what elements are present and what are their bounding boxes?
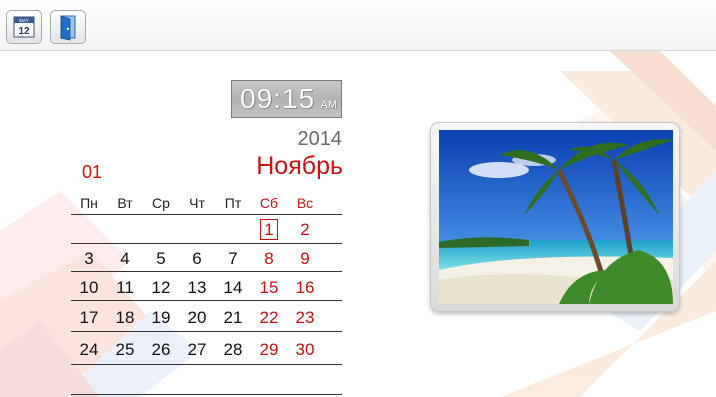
calendar-day-cell[interactable]: 8 (251, 249, 287, 269)
calendar-day-cell[interactable]: 11 (107, 278, 143, 298)
calendar-day-cell[interactable]: 26 (143, 340, 179, 360)
weekday-sun: Вс (296, 195, 314, 211)
calendar-day-cell[interactable]: 21 (215, 308, 251, 328)
toolbar: MAY 12 (0, 0, 716, 51)
calendar-day-cell[interactable]: 15 (251, 278, 287, 298)
calendar-icon-day: 12 (18, 26, 30, 37)
calendar-row-divider (71, 331, 342, 332)
exit-button[interactable] (50, 10, 86, 44)
calendar-day-cell[interactable]: 4 (107, 249, 143, 269)
calendar-icon: MAY 12 (13, 16, 35, 38)
calendar-year: 2014 (297, 128, 343, 150)
calendar-day-cell[interactable]: 16 (287, 278, 323, 298)
calendar-day-cell[interactable]: 25 (107, 340, 143, 360)
calendar-day-cell[interactable]: 14 (215, 278, 251, 298)
calendar-day-cell[interactable]: 18 (107, 308, 143, 328)
weekday-fri: Пт (224, 195, 242, 211)
calendar-day-cell[interactable]: 22 (251, 308, 287, 328)
beach-photo-image (439, 130, 673, 304)
calendar-row-divider (71, 394, 342, 395)
calendar-day-cell[interactable]: 24 (71, 340, 107, 360)
calendar-day: 01 (82, 162, 103, 182)
clock-time: 09:15 (240, 83, 316, 114)
calendar-day-cell[interactable]: 17 (71, 308, 107, 328)
weekday-mon: Пн (80, 195, 98, 211)
calendar-day-cell[interactable]: 13 (179, 278, 215, 298)
beach-photo (439, 130, 673, 304)
calendar-day-cell[interactable]: 30 (287, 340, 323, 360)
calendar-day-cell[interactable]: 2 (287, 220, 323, 240)
calendar-button[interactable]: MAY 12 (6, 10, 42, 44)
calendar-day-cell[interactable]: 19 (143, 308, 179, 328)
weekday-thu: Чт (189, 195, 205, 211)
calendar-icon-month: MAY (19, 18, 28, 23)
calendar-day-cell[interactable]: 10 (71, 278, 107, 298)
weekday-tue: Вт (117, 195, 133, 211)
calendar-day-cell[interactable]: 3 (71, 249, 107, 269)
calendar-row-divider (71, 243, 342, 244)
calendar-day-cell[interactable]: 5 (143, 249, 179, 269)
photo-frame[interactable] (430, 122, 680, 312)
calendar-day-cell[interactable]: 20 (179, 308, 215, 328)
calendar-day-cell-selected[interactable]: 1 (251, 219, 287, 240)
weekday-sat: Сб (259, 195, 279, 211)
calendar-row-divider (71, 271, 342, 272)
calendar-day-cell[interactable]: 9 (287, 249, 323, 269)
calendar-day-cell[interactable]: 29 (251, 340, 287, 360)
calendar-month: Ноябрь (256, 152, 343, 180)
calendar-day-cell[interactable]: 12 (143, 278, 179, 298)
calendar-row-divider (71, 214, 342, 215)
calendar-day-cell[interactable]: 28 (215, 340, 251, 360)
calendar-day-cell[interactable]: 27 (179, 340, 215, 360)
calendar-row-divider (71, 300, 342, 301)
weekday-wed: Ср (152, 195, 170, 211)
clock-ampm: AM (320, 99, 338, 111)
calendar-day-cell[interactable]: 7 (215, 249, 251, 269)
digital-clock: 09:15 AM (231, 80, 342, 118)
selected-day-label: 1 (260, 219, 278, 240)
calendar-day-cell[interactable]: 23 (287, 308, 323, 328)
door-icon (60, 15, 76, 41)
calendar-day-cell[interactable]: 6 (179, 249, 215, 269)
calendar-row-divider (71, 364, 342, 365)
